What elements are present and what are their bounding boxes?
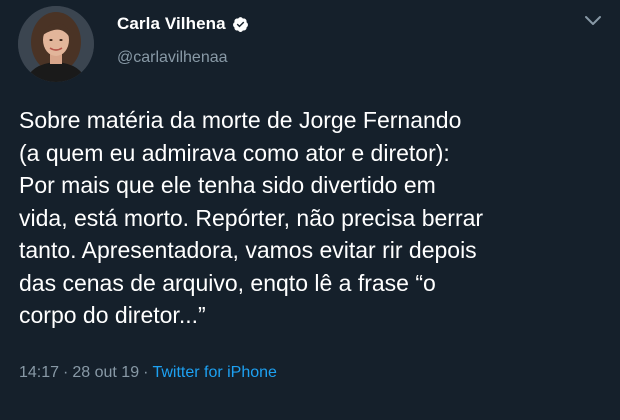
tweet-source-link[interactable]: Twitter for iPhone — [152, 364, 277, 382]
chevron-down-icon[interactable] — [584, 14, 602, 28]
tweet-metadata: 14:17 · 28 out 19 · Twitter for iPhone — [19, 364, 277, 382]
verified-badge-icon — [232, 16, 248, 32]
avatar[interactable] — [18, 6, 94, 82]
tweet-time[interactable]: 14:17 — [19, 364, 59, 382]
tweet-card: Carla Vilhena @carlavilhenaa Sobre matér… — [0, 0, 620, 420]
author-name-row: Carla Vilhena — [117, 12, 249, 36]
separator-dot: · — [143, 364, 149, 381]
avatar-image — [18, 6, 94, 82]
separator-dot: · — [63, 364, 69, 381]
display-name[interactable]: Carla Vilhena — [117, 14, 226, 34]
tweet-date[interactable]: 28 out 19 — [72, 364, 139, 382]
author-handle[interactable]: @carlavilhenaa — [117, 49, 228, 67]
tweet-text: Sobre matéria da morte de Jorge Fernando… — [19, 107, 484, 328]
